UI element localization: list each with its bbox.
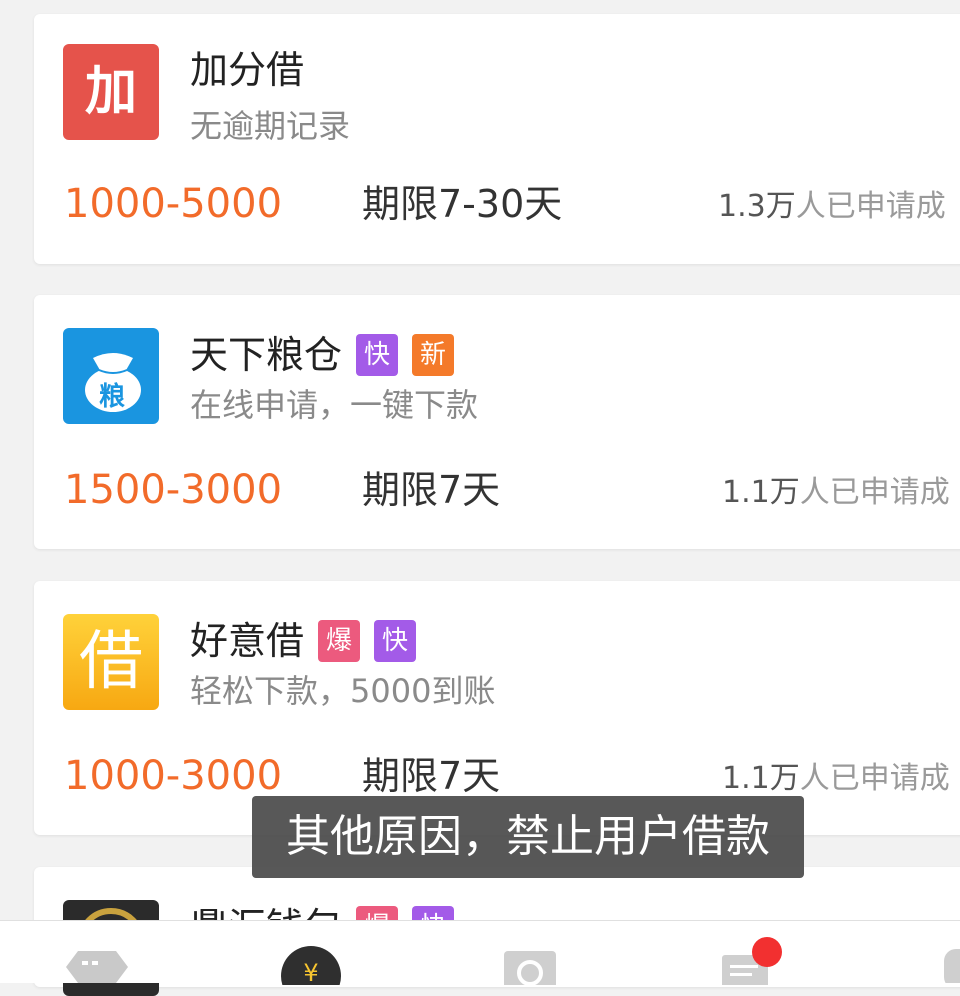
loan-term: 期限7天 xyxy=(362,754,501,798)
profile-icon xyxy=(944,949,960,989)
applied-count: 1.3万人已申请成 xyxy=(718,189,946,224)
svg-text:¥: ¥ xyxy=(303,959,318,985)
product-desc: 无逾期记录 xyxy=(190,107,351,145)
jiafenjie-logo: 加 xyxy=(63,44,159,140)
yuan-coin-icon: ¥ xyxy=(281,946,341,996)
loan-amount: 1000-3000 xyxy=(64,753,283,799)
loan-amount: 1500-3000 xyxy=(64,467,283,513)
bottom-tab-bar: ¥ xyxy=(0,920,960,996)
loan-amount: 1000-5000 xyxy=(64,181,283,227)
tianxialiangcang-logo: 粮 xyxy=(63,328,159,424)
camera-icon xyxy=(504,951,556,991)
tab-discover[interactable] xyxy=(502,947,558,991)
product-desc: 在线申请，一键下款 xyxy=(190,386,479,424)
tag-icon xyxy=(66,951,128,983)
badge-new: 新 xyxy=(412,334,455,376)
product-name: 天下粮仓 xyxy=(190,333,343,377)
applied-count: 1.1万人已申请成 xyxy=(722,475,950,510)
loan-term: 期限7-30天 xyxy=(362,182,563,226)
notification-dot xyxy=(752,937,782,967)
tab-profile[interactable] xyxy=(944,949,960,989)
tab-home[interactable] xyxy=(64,947,130,991)
badge-fast: 快 xyxy=(374,620,417,662)
badge-hot: 爆 xyxy=(318,620,361,662)
loan-term: 期限7天 xyxy=(362,468,501,512)
toast-message: 其他原因，禁止用户借款 xyxy=(252,796,804,878)
tab-news[interactable] xyxy=(720,937,782,995)
product-name: 好意借 xyxy=(190,619,305,663)
product-desc: 轻松下款，5000到账 xyxy=(190,672,496,710)
tab-loan[interactable]: ¥ xyxy=(280,945,342,996)
product-card[interactable]: 粮 天下粮仓 快 新 在线申请，一键下款 1500-3000 期限7天 1.1万… xyxy=(34,295,960,549)
haoyijie-logo: 借 xyxy=(63,614,159,710)
badge-fast: 快 xyxy=(356,334,399,376)
product-name: 加分借 xyxy=(190,48,305,92)
product-card[interactable]: 加 加分借 无逾期记录 1000-5000 期限7-30天 1.3万人已申请成 xyxy=(34,14,960,264)
